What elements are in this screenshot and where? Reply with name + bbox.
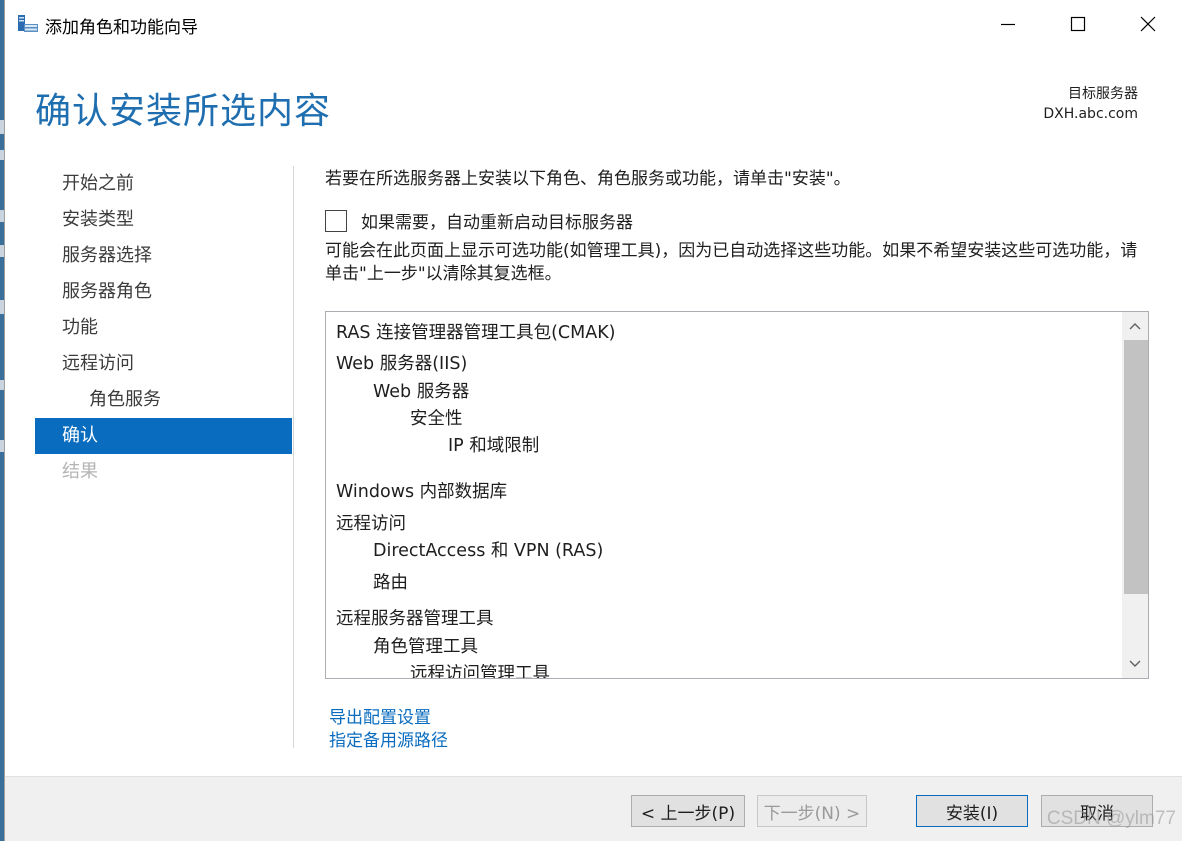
list-item: Web 服务器(IIS) <box>336 354 468 374</box>
target-server: 目标服务器 DXH.abc.com <box>1043 84 1138 124</box>
minimize-icon <box>1001 23 1015 26</box>
nav-item-remote-access[interactable]: 远程访问 <box>35 346 292 382</box>
chevron-down-icon <box>1129 660 1141 667</box>
list-item: 远程访问 <box>336 514 406 534</box>
install-button[interactable]: 安装(I) <box>916 795 1028 827</box>
list-item: 安全性 <box>410 409 463 429</box>
export-config-link[interactable]: 导出配置设置 <box>329 703 431 728</box>
page-title: 确认安装所选内容 <box>35 91 332 132</box>
list-scrollbar[interactable] <box>1122 312 1148 678</box>
nav-item-server-selection[interactable]: 服务器选择 <box>35 238 292 274</box>
nav-item-before-you-begin[interactable]: 开始之前 <box>35 166 292 202</box>
list-item: Windows 内部数据库 <box>336 482 508 502</box>
list-item: 远程服务器管理工具 <box>336 609 494 629</box>
list-item: IP 和域限制 <box>448 436 540 456</box>
close-icon <box>1140 16 1156 32</box>
wizard-window: 添加角色和功能向导 确认安装所选内容 目标服务器 DXH.abc.com 开始之… <box>4 0 1182 841</box>
target-server-label: 目标服务器 <box>1068 86 1138 102</box>
list-item: DirectAccess 和 VPN (RAS) <box>373 541 604 561</box>
close-button[interactable] <box>1128 8 1168 40</box>
maximize-icon <box>1070 16 1086 32</box>
title-bar[interactable]: 添加角色和功能向导 <box>5 0 1182 48</box>
restart-checkbox[interactable] <box>325 209 347 232</box>
nav-item-results: 结果 <box>62 461 98 482</box>
nav-item-server-roles[interactable]: 服务器角色 <box>35 274 292 310</box>
window-title: 添加角色和功能向导 <box>45 18 198 38</box>
list-item: 远程访问管理工具 <box>410 664 550 679</box>
nav-item-role-services[interactable]: 角色服务 <box>35 382 292 418</box>
install-instruction: 若要在所选服务器上安装以下角色、角色服务或功能，请单击"安装"。 <box>325 169 851 189</box>
nav-divider <box>293 166 294 748</box>
optional-features-note: 可能会在此页面上显示可选功能(如管理工具)，因为已自动选择这些功能。如果不希望安… <box>325 241 1138 284</box>
nav-item-features[interactable]: 功能 <box>35 310 292 346</box>
restart-option[interactable]: 如果需要，自动重新启动目标服务器 <box>325 208 633 233</box>
next-button: 下一步(N) > <box>757 795 867 827</box>
watermark: CSDN @ylm77 <box>1046 808 1176 829</box>
chevron-up-icon <box>1129 323 1141 330</box>
list-item: RAS 连接管理器管理工具包(CMAK) <box>336 323 616 343</box>
restart-checkbox-label[interactable]: 如果需要，自动重新启动目标服务器 <box>361 208 633 233</box>
maximize-button[interactable] <box>1058 8 1098 40</box>
alternate-source-link[interactable]: 指定备用源路径 <box>329 726 448 751</box>
scroll-down-button[interactable] <box>1122 650 1148 678</box>
list-item: 角色管理工具 <box>373 637 478 657</box>
scroll-thumb[interactable] <box>1124 340 1148 594</box>
wizard-step-nav: 开始之前 安装类型 服务器选择 服务器角色 功能 远程访问 角色服务 确认 结果 <box>35 166 292 490</box>
scroll-up-button[interactable] <box>1122 312 1148 340</box>
list-item: Web 服务器 <box>373 382 470 402</box>
list-item: 路由 <box>373 573 408 593</box>
minimize-button[interactable] <box>988 8 1028 40</box>
previous-button[interactable]: < 上一步(P) <box>631 795 745 827</box>
target-server-value: DXH.abc.com <box>1043 106 1138 122</box>
nav-item-installation-type[interactable]: 安装类型 <box>35 202 292 238</box>
selected-features-list[interactable]: RAS 连接管理器管理工具包(CMAK) Web 服务器(IIS) Web 服务… <box>325 311 1149 679</box>
nav-item-confirmation[interactable]: 确认 <box>35 418 292 454</box>
wizard-footer: < 上一步(P) 下一步(N) > 安装(I) 取消 <box>5 777 1182 841</box>
server-manager-icon <box>17 14 39 34</box>
